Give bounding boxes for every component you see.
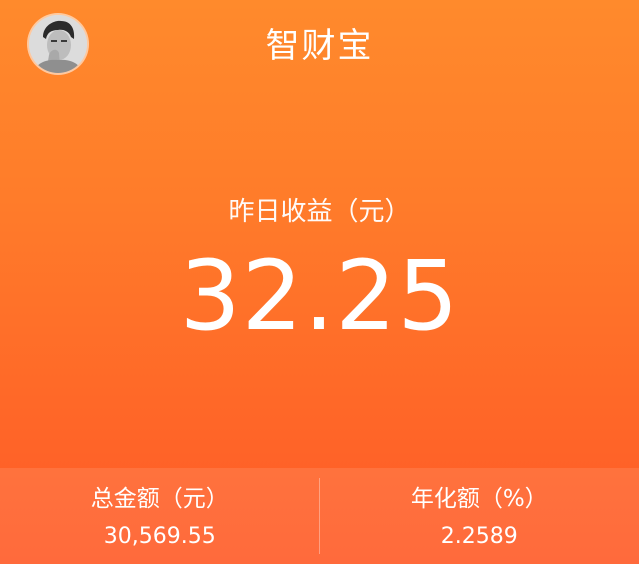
yesterday-earnings-label: 昨日收益（元） [228, 197, 411, 227]
stats-bar: 总金额（元） 30,569.55 年化额（%） 2.2589 [0, 468, 639, 564]
yesterday-earnings-value: 32.25 [179, 240, 460, 352]
annualized-value: 2.2589 [440, 524, 518, 549]
total-amount-stat[interactable]: 总金额（元） 30,569.55 [0, 468, 320, 564]
total-amount-value: 30,569.55 [103, 524, 216, 549]
annualized-label: 年化额（%） [410, 486, 548, 512]
annualized-stat[interactable]: 年化额（%） 2.2589 [320, 468, 639, 564]
app-title: 智财宝 [265, 26, 374, 66]
header: 智财宝 [0, 0, 639, 96]
total-amount-label: 总金额（元） [90, 486, 229, 512]
wallet-screen: 智财宝 昨日收益（元） 32.25 总金额（元） 30,569.55 年化额（%… [0, 0, 639, 564]
